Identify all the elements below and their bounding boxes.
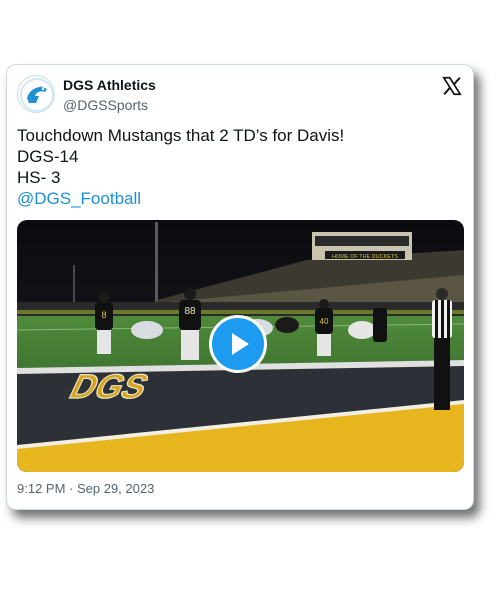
stadium-sign: HOME OF THE DUCKETS bbox=[332, 254, 398, 260]
jersey-number: 40 bbox=[320, 317, 329, 326]
author-handle[interactable]: @DGSSports bbox=[63, 97, 148, 113]
jersey-number: 8 bbox=[101, 310, 106, 320]
jersey-number: 88 bbox=[184, 306, 196, 317]
referee bbox=[432, 288, 452, 410]
tweet-card[interactable]: DGS Athletics @DGSSports Touchdown Musta… bbox=[6, 64, 474, 510]
play-button[interactable] bbox=[209, 315, 267, 373]
author-name[interactable]: DGS Athletics bbox=[63, 77, 156, 93]
mention-link[interactable]: @DGS_Football bbox=[17, 188, 461, 209]
tweet-line: HS- 3 bbox=[17, 168, 61, 187]
tweet-text: Touchdown Mustangs that 2 TD’s for Davis… bbox=[17, 125, 461, 209]
video-player[interactable]: HOME OF THE DUCKETS DGS 8 88 40 bbox=[17, 220, 464, 472]
tweet-header: DGS Athletics @DGSSports bbox=[15, 75, 463, 115]
play-icon bbox=[232, 333, 249, 355]
mustang-logo-icon bbox=[20, 78, 54, 112]
tweet-line: Touchdown Mustangs that 2 TD’s for Davis… bbox=[17, 126, 345, 145]
avatar[interactable] bbox=[17, 75, 55, 113]
tweet-timestamp[interactable]: 9:12 PM · Sep 29, 2023 bbox=[17, 481, 154, 496]
tweet-line: DGS-14 bbox=[17, 147, 79, 166]
x-logo-icon[interactable] bbox=[441, 75, 463, 97]
